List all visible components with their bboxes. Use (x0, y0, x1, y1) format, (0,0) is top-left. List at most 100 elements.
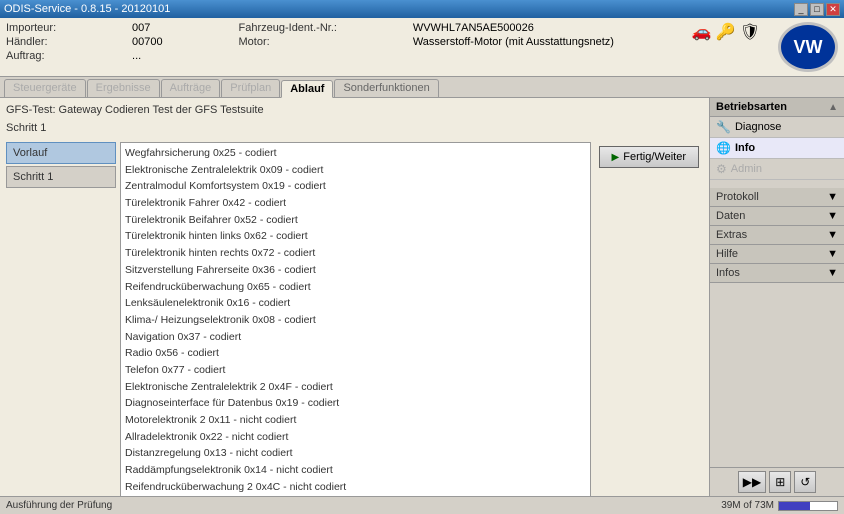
sidebar-btn-1[interactable]: ▶▶ (738, 471, 766, 493)
protokoll-chevron-icon: ▼ (827, 191, 838, 203)
extras-chevron-icon: ▼ (827, 229, 838, 241)
sidebar-section-daten: Daten ▼ (710, 207, 844, 226)
list-item: Reifendrucküberwachung 2 0x4C - nicht co… (123, 479, 588, 496)
admin-label: Admin (731, 163, 762, 175)
sidebar-section-protokoll: Protokoll ▼ (710, 188, 844, 207)
list-item: Elektronische Zentralelektrik 2 0x4F - c… (123, 379, 588, 396)
daten-label: Daten (716, 210, 745, 222)
sidebar-bottom-toolbar: ▶▶ ⊞ ↺ (710, 467, 844, 496)
main-container: Importeur: 007 Fahrzeug-Ident.-Nr.: WVWH… (0, 18, 844, 514)
header-area: Importeur: 007 Fahrzeug-Ident.-Nr.: WVWH… (0, 18, 844, 77)
list-item: Reifendrucküberwachung 0x65 - codiert (123, 279, 588, 296)
hilfe-header[interactable]: Hilfe ▼ (710, 245, 844, 263)
list-item: Distanzregelung 0x13 - nicht codiert (123, 445, 588, 462)
daten-chevron-icon: ▼ (827, 210, 838, 222)
fertig-label: Fertig/Weiter (623, 151, 686, 163)
title-bar: ODIS-Service - 0.8.15 - 20120101 _ □ ✕ (0, 0, 844, 18)
main-content-row: Vorlauf Schritt 1 Wegfahrsicherung 0x25 … (6, 142, 703, 496)
sidebar-section-extras: Extras ▼ (710, 226, 844, 245)
infos-label: Infos (716, 267, 740, 279)
list-item: Türelektronik Fahrer 0x42 - codiert (123, 195, 588, 212)
list-item: Telefon 0x77 - codiert (123, 362, 588, 379)
extras-header[interactable]: Extras ▼ (710, 226, 844, 244)
header-labels: Importeur: 007 Fahrzeug-Ident.-Nr.: WVWH… (6, 22, 682, 62)
infos-header[interactable]: Infos ▼ (710, 264, 844, 282)
sidebar-btn-2[interactable]: ⊞ (769, 471, 791, 493)
tab-ablauf[interactable]: Ablauf (281, 80, 333, 98)
test-title: GFS-Test: Gateway Codieren Test der GFS … (6, 104, 703, 116)
tab-sonderfunktionen[interactable]: Sonderfunktionen (334, 79, 438, 97)
protokoll-header[interactable]: Protokoll ▼ (710, 188, 844, 206)
info-label: Info (735, 142, 755, 154)
status-right: 39M of 73M (721, 500, 838, 511)
tab-auftraege[interactable]: Aufträge (161, 79, 221, 97)
fahrzeug-value: WVWHL7AN5AE500026 (413, 22, 682, 34)
fertig-weiter-button[interactable]: ▶ Fertig/Weiter (599, 146, 699, 168)
left-panel: GFS-Test: Gateway Codieren Test der GFS … (0, 98, 709, 496)
list-item: Sitzverstellung Fahrerseite 0x36 - codie… (123, 262, 588, 279)
info-icon: 🌐 (716, 141, 731, 155)
spacer-sidebar (710, 180, 844, 188)
tab-pruefplan[interactable]: Prüfplan (221, 79, 280, 97)
daten-header[interactable]: Daten ▼ (710, 207, 844, 225)
vw-logo: VW (778, 22, 838, 72)
sidebar-item-info[interactable]: 🌐 Info (710, 138, 844, 159)
list-item: Raddämpfungselektronik 0x14 - nicht codi… (123, 462, 588, 479)
tab-ergebnisse[interactable]: Ergebnisse (87, 79, 160, 97)
protokoll-label: Protokoll (716, 191, 759, 203)
hilfe-label: Hilfe (716, 248, 738, 260)
tab-steuergeraete[interactable]: Steuergeräte (4, 79, 86, 97)
steps-panel: Vorlauf Schritt 1 (6, 142, 116, 496)
list-item: Navigation 0x37 - codiert (123, 329, 588, 346)
haendler-value: 00700 (132, 36, 230, 48)
maximize-button[interactable]: □ (810, 3, 824, 16)
sidebar-title: Betriebsarten (716, 101, 787, 113)
importeur-value: 007 (132, 22, 230, 34)
tab-bar: Steuergeräte Ergebnisse Aufträge Prüfpla… (0, 77, 844, 98)
step-vorlauf[interactable]: Vorlauf (6, 142, 116, 164)
step-schritt1[interactable]: Schritt 1 (6, 166, 116, 188)
list-item: Türelektronik Beifahrer 0x52 - codiert (123, 212, 588, 229)
title-text: ODIS-Service - 0.8.15 - 20120101 (4, 3, 170, 15)
status-bar: Ausführung der Prüfung 39M of 73M (0, 496, 844, 514)
play-icon: ▶ (612, 152, 620, 163)
admin-icon: ⚙ (716, 162, 727, 176)
key-icon: 🔑 (716, 22, 736, 42)
sidebar-section-hilfe: Hilfe ▼ (710, 245, 844, 264)
sidebar-header: Betriebsarten ▲ (710, 98, 844, 117)
sidebar-item-admin: ⚙ Admin (710, 159, 844, 180)
diagnose-icon: 🔧 (716, 120, 731, 134)
list-item: Zentralmodul Komfortsystem 0x19 - codier… (123, 178, 588, 195)
list-item: Lenksäulenelektronik 0x16 - codiert (123, 295, 588, 312)
list-item: Elektronische Zentralelektrik 0x09 - cod… (123, 162, 588, 179)
sidebar-item-diagnose[interactable]: 🔧 Diagnose (710, 117, 844, 138)
shield-icon: 🛡 (740, 22, 760, 42)
list-item: Türelektronik hinten links 0x62 - codier… (123, 228, 588, 245)
car-icons-area: 🚗 🔑 🛡 (692, 22, 760, 42)
window-controls: _ □ ✕ (794, 3, 840, 16)
close-button[interactable]: ✕ (826, 3, 840, 16)
motor-value: Wasserstoff-Motor (mit Ausstattungsnetz) (413, 36, 682, 48)
list-area: Wegfahrsicherung 0x25 - codiertElektroni… (120, 142, 591, 496)
step-label: Schritt 1 (6, 122, 703, 134)
infos-chevron-icon: ▼ (827, 267, 838, 279)
progress-bar-container (778, 501, 838, 511)
right-sidebar: Betriebsarten ▲ 🔧 Diagnose 🌐 Info ⚙ Admi… (709, 98, 844, 496)
diagnose-label: Diagnose (735, 121, 781, 133)
haendler-label: Händler: (6, 36, 124, 48)
list-item: Allradelektronik 0x22 - nicht codiert (123, 429, 588, 446)
list-item: Diagnoseinterface für Datenbus 0x19 - co… (123, 395, 588, 412)
fahrzeug-label: Fahrzeug-Ident.-Nr.: (239, 22, 405, 34)
list-item: Klima-/ Heizungselektronik 0x08 - codier… (123, 312, 588, 329)
sidebar-spacer (710, 283, 844, 467)
car-icon: 🚗 (692, 22, 712, 42)
importeur-label: Importeur: (6, 22, 124, 34)
coding-list[interactable]: Wegfahrsicherung 0x25 - codiertElektroni… (120, 142, 591, 496)
sidebar-btn-3[interactable]: ↺ (794, 471, 816, 493)
list-item: Wegfahrsicherung 0x25 - codiert (123, 145, 588, 162)
motor-label: Motor: (239, 36, 405, 48)
status-text: Ausführung der Prüfung (6, 500, 112, 511)
hilfe-chevron-icon: ▼ (827, 248, 838, 260)
list-item: Motorelektronik 2 0x11 - nicht codiert (123, 412, 588, 429)
minimize-button[interactable]: _ (794, 3, 808, 16)
